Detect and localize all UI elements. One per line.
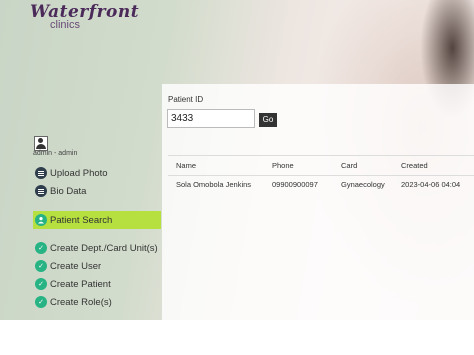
- nav-patient-search[interactable]: Patient Search: [33, 211, 161, 229]
- nav-create-dept[interactable]: ✓ Create Dept./Card Unit(s): [35, 240, 158, 256]
- results-table: Name Phone Card Created Sola Omobola Jen…: [168, 155, 474, 193]
- list-icon: [35, 167, 47, 179]
- column-header[interactable]: Phone: [272, 156, 340, 175]
- column-header[interactable]: Card: [341, 156, 399, 175]
- nav-label: Upload Photo: [50, 167, 108, 179]
- table-row[interactable]: Sola Omobola Jenkins 09900900097 Gynaeco…: [168, 176, 474, 193]
- nav-label: Create User: [50, 260, 102, 272]
- check-circle-icon: ✓: [35, 296, 47, 308]
- patient-id-label: Patient ID: [168, 95, 204, 104]
- column-header[interactable]: Created: [401, 156, 474, 175]
- cell-card: Gynaecology: [341, 180, 385, 189]
- check-circle-icon: ✓: [35, 278, 47, 290]
- table-header: Name Phone Card Created: [168, 155, 474, 176]
- cell-phone: 09900900097: [272, 180, 318, 189]
- footer-blank: [0, 320, 474, 355]
- check-circle-icon: ✓: [35, 242, 47, 254]
- nav-label: Create Dept./Card Unit(s): [50, 242, 158, 254]
- user-search-icon: [35, 214, 47, 226]
- nav-label: Bio Data: [50, 185, 87, 197]
- nav-label: Patient Search: [50, 214, 113, 226]
- cell-created: 2023-04-06 04:04: [401, 180, 461, 189]
- column-header[interactable]: Name: [176, 156, 271, 175]
- nav-create-role[interactable]: ✓ Create Role(s): [35, 294, 112, 310]
- avatar-icon: [34, 136, 48, 151]
- brand-logo[interactable]: Waterfront clinics: [30, 2, 139, 31]
- list-icon: [35, 185, 47, 197]
- nav-create-user[interactable]: ✓ Create User: [35, 258, 101, 274]
- nav-upload-photo[interactable]: Upload Photo: [35, 165, 108, 181]
- patient-id-input[interactable]: [167, 109, 255, 128]
- cell-name: Sola Omobola Jenkins: [176, 180, 252, 189]
- user-label: admin - admin: [33, 150, 78, 157]
- nav-label: Create Role(s): [50, 296, 112, 308]
- check-circle-icon: ✓: [35, 260, 47, 272]
- go-button[interactable]: Go: [259, 113, 277, 127]
- nav-bio-data[interactable]: Bio Data: [35, 183, 86, 199]
- brand-name: Waterfront: [30, 2, 140, 22]
- nav-label: Create Patient: [50, 278, 111, 290]
- nav-create-patient[interactable]: ✓ Create Patient: [35, 276, 111, 292]
